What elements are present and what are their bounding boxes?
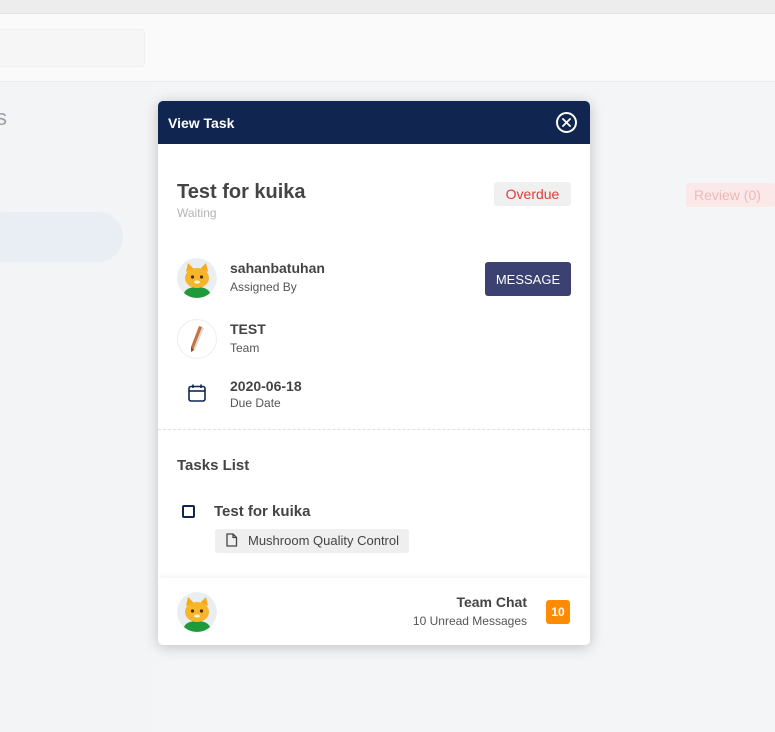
top-bar (0, 0, 775, 14)
assigner-name: sahanbatuhan (230, 260, 325, 276)
modal-title: View Task (168, 115, 235, 131)
section-divider (158, 429, 590, 430)
task-form-chip-label: Mushroom Quality Control (248, 533, 399, 548)
task-title: Test for kuika (177, 181, 306, 203)
page-header (0, 14, 775, 82)
team-name: TEST (230, 321, 266, 337)
view-task-modal: View Task Test for kuika Waiting Overdue… (158, 101, 590, 645)
unread-count-badge: 10 (546, 600, 570, 624)
left-panel-pill[interactable] (0, 212, 123, 262)
pencil-icon (177, 319, 217, 359)
due-date-label: Due Date (230, 396, 281, 410)
task-checkbox[interactable] (182, 505, 195, 518)
task-item-label[interactable]: Test for kuika (214, 503, 310, 520)
close-icon[interactable] (556, 112, 577, 133)
message-button[interactable]: MESSAGE (485, 262, 571, 296)
avatar-cat-icon (177, 592, 217, 632)
document-icon (226, 533, 238, 547)
task-form-chip[interactable]: Mushroom Quality Control (215, 529, 409, 553)
team-label: Team (230, 341, 260, 355)
team-chat-unread-text: 10 Unread Messages (412, 614, 527, 628)
modal-header: View Task (158, 101, 590, 144)
calendar-icon (187, 383, 207, 408)
left-panel-title: s (0, 105, 7, 130)
avatar-cat-icon (177, 258, 217, 298)
due-date: 2020-06-18 (230, 378, 302, 394)
overdue-badge: Overdue (494, 182, 571, 206)
assigner-label: Assigned By (230, 280, 297, 294)
review-column-tab[interactable]: Review (0) (686, 183, 775, 207)
tasks-list-heading: Tasks List (177, 457, 250, 474)
task-status: Waiting (177, 206, 217, 220)
left-panel: s (0, 83, 152, 732)
search-input[interactable] (0, 29, 145, 67)
team-chat-title: Team Chat (456, 594, 527, 610)
team-chat-bar[interactable]: Team Chat 10 Unread Messages 10 (158, 578, 590, 645)
